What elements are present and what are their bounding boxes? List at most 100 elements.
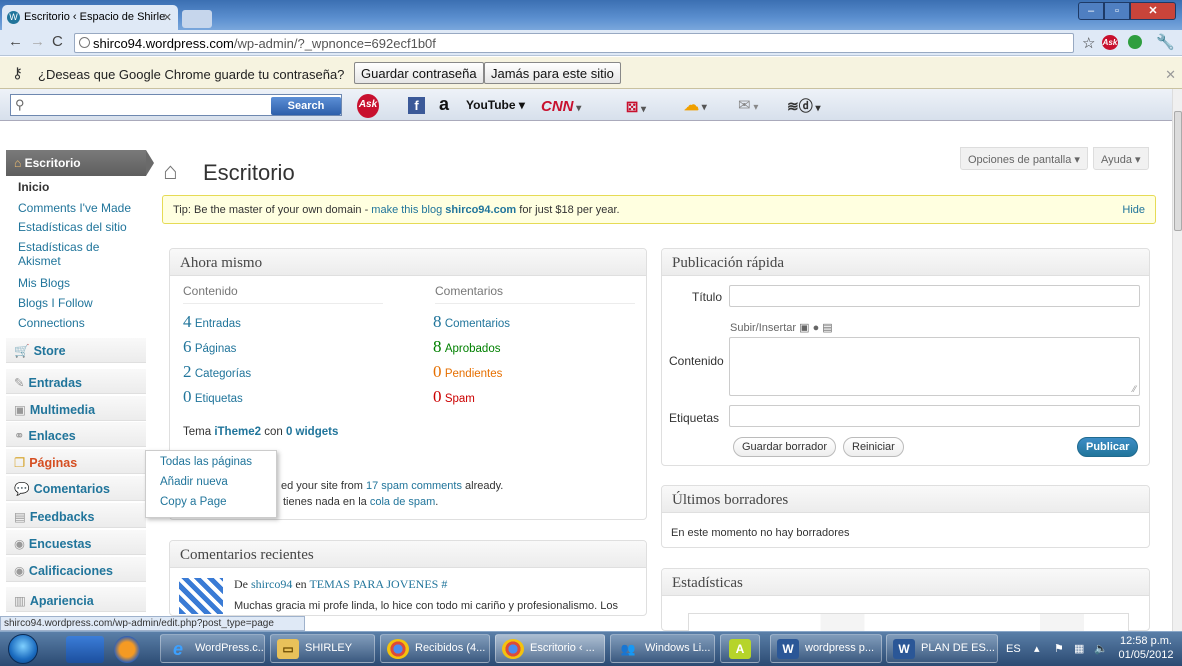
tab-close-icon[interactable]: ✕	[163, 11, 172, 24]
language-indicator[interactable]: ES	[1006, 643, 1021, 655]
ask-icon[interactable]: Ask	[357, 94, 379, 118]
scrollbar-thumb[interactable]	[1174, 111, 1182, 231]
stat-categorias[interactable]: 2 Categorías	[183, 362, 251, 382]
submenu-blogs-follow[interactable]: Blogs I Follow	[18, 296, 138, 310]
submenu-akismet-stats[interactable]: Estadísticas de Akismet	[18, 240, 118, 268]
submenu-site-stats[interactable]: Estadísticas del sitio	[18, 220, 138, 234]
stat-paginas[interactable]: 6 Páginas	[183, 337, 236, 357]
flyout-copy-page[interactable]: Copy a Page	[160, 496, 276, 516]
stat-pendientes[interactable]: 0 Pendientes	[433, 362, 502, 382]
menu-store[interactable]: 🛒 Store	[6, 337, 146, 363]
widgets-link[interactable]: 0 widgets	[286, 426, 338, 438]
stat-aprobados[interactable]: 8 Aprobados	[433, 337, 500, 357]
menu-comentarios[interactable]: 💬 Comentarios	[6, 475, 146, 501]
spam-queue-link[interactable]: cola de spam	[370, 496, 435, 508]
vertical-scrollbar[interactable]	[1172, 89, 1182, 631]
page-title: Escritorio	[203, 160, 295, 185]
reload-icon[interactable]: C	[52, 33, 63, 50]
dictionary-icon[interactable]: ≋ⓓ ▾	[787, 95, 821, 117]
menu-entradas[interactable]: ✎ Entradas	[6, 368, 146, 394]
comment-post-link[interactable]: TEMAS PARA JOVENES #	[309, 577, 447, 591]
tip-domain-link[interactable]: shirco94.com	[445, 204, 516, 216]
taskbar-app[interactable]: e WordPress.c...	[160, 634, 265, 663]
new-tab-button[interactable]	[182, 10, 212, 28]
title-input[interactable]	[729, 285, 1140, 307]
gallery-upload-icon[interactable]: ▤	[822, 322, 832, 334]
taskbar-app[interactable]: Recibidos (4...	[380, 634, 490, 663]
menu-enlaces[interactable]: ⚭ Enlaces	[6, 421, 146, 447]
stat-comentarios[interactable]: 8 Comentarios	[433, 312, 510, 332]
taskbar-app[interactable]: ▭ SHIRLEY	[270, 634, 375, 663]
start-button[interactable]	[8, 634, 38, 664]
star-bookmark-icon[interactable]: ☆	[1082, 34, 1095, 52]
save-password-button[interactable]: Guardar contraseña	[354, 62, 484, 84]
amazon-icon[interactable]: a	[439, 93, 449, 115]
stat-entradas[interactable]: 4 Entradas	[183, 312, 241, 332]
taskbar-app-active[interactable]: Escritorio ‹ ...	[495, 634, 605, 663]
weather-icon[interactable]: ☁ ▾	[684, 95, 707, 117]
browser-tab[interactable]: W Escritorio ‹ Espacio de Shirle ✕	[2, 5, 178, 30]
mail-icon[interactable]: ✉ ▾	[738, 95, 758, 117]
volume-icon[interactable]: 🔈	[1094, 642, 1108, 655]
image-upload-icon[interactable]: ▣	[799, 322, 809, 334]
clock-time[interactable]: 12:58 p.m.	[1116, 635, 1176, 647]
network-icon[interactable]: ▦	[1074, 642, 1084, 655]
action-center-flag-icon[interactable]: ⚑	[1054, 642, 1064, 655]
help-button[interactable]: Ayuda ▾	[1093, 147, 1149, 170]
comment-author-link[interactable]: shirco94	[251, 577, 292, 591]
cnn-icon[interactable]: CNN ▾	[541, 96, 581, 118]
save-draft-button[interactable]: Guardar borrador	[733, 437, 836, 457]
taskbar-app[interactable]: 👥 Windows Li...	[610, 634, 715, 663]
tip-link[interactable]: make this blog	[371, 204, 442, 216]
clock-date[interactable]: 01/05/2012	[1116, 649, 1176, 661]
resize-handle-icon[interactable]: ⁄⁄	[1133, 384, 1136, 394]
dice-icon[interactable]: ⚄ ▾	[626, 96, 646, 118]
menu-multimedia[interactable]: ▣ Multimedia	[6, 395, 146, 421]
content-textarea[interactable]: ⁄⁄	[729, 337, 1140, 396]
menu-feedbacks[interactable]: ▤ Feedbacks	[6, 502, 146, 528]
url-bar[interactable]: shirco94.wordpress.com/wp-admin/?_wpnonc…	[74, 33, 1074, 53]
stat-label: Spam	[444, 393, 475, 405]
menu-paginas[interactable]: ❐ Páginas	[6, 448, 146, 474]
page-info-icon[interactable]	[79, 37, 90, 48]
minimize-icon[interactable]: –	[1078, 2, 1104, 20]
publish-button[interactable]: Publicar	[1077, 437, 1139, 457]
taskbar-app[interactable]: Wwordpress p...	[770, 634, 882, 663]
reset-button[interactable]: Reiniciar	[843, 437, 904, 457]
submenu-connections[interactable]: Connections	[18, 316, 138, 330]
stat-spam[interactable]: 0 Spam	[433, 387, 475, 407]
youtube-icon[interactable]: YouTube ▾	[466, 96, 532, 114]
forward-arrow-icon[interactable]: →	[30, 33, 45, 50]
taskbar-app[interactable]: W PLAN DE ES...	[886, 634, 998, 663]
flyout-todas-paginas[interactable]: Todas las páginas	[160, 456, 276, 476]
tags-input[interactable]	[729, 405, 1140, 427]
taskbar-app[interactable]: A	[720, 634, 760, 663]
submenu-mis-blogs[interactable]: Mis Blogs	[18, 276, 138, 290]
ask-extension-icon[interactable]: Ask	[1102, 35, 1118, 50]
show-hidden-icons-icon[interactable]: ▴	[1034, 642, 1040, 655]
media-player-icon[interactable]	[66, 636, 104, 663]
screen-options-button[interactable]: Opciones de pantalla ▾	[960, 147, 1088, 170]
firefox-icon[interactable]	[114, 636, 140, 663]
theme-link[interactable]: iTheme2	[214, 426, 261, 438]
extension-icon[interactable]	[1128, 35, 1142, 49]
menu-apariencia[interactable]: ▥ Apariencia	[6, 586, 146, 612]
stat-etiquetas[interactable]: 0 Etiquetas	[183, 387, 243, 407]
menu-encuestas[interactable]: ◉ Encuestas	[6, 529, 146, 555]
infobar-close-icon[interactable]: ✕	[1165, 67, 1176, 83]
menu-escritorio[interactable]: ⌂ Escritorio	[6, 150, 146, 176]
never-save-button[interactable]: Jamás para este sitio	[484, 62, 621, 84]
maximize-icon[interactable]: ▫	[1104, 2, 1130, 20]
menu-calificaciones[interactable]: ◉ Calificaciones	[6, 556, 146, 582]
media-upload-icon[interactable]: ●	[813, 322, 820, 334]
submenu-comments-made[interactable]: Comments I've Made	[18, 201, 138, 215]
flyout-anadir-nueva[interactable]: Añadir nueva	[160, 476, 276, 496]
spam-comments-link[interactable]: 17 spam comments	[366, 480, 462, 492]
close-window-icon[interactable]: ✕	[1130, 2, 1176, 20]
wrench-menu-icon[interactable]: 🔧	[1156, 33, 1175, 51]
back-arrow-icon[interactable]: ←	[8, 33, 23, 50]
tip-hide-link[interactable]: Hide	[1122, 204, 1145, 216]
submenu-inicio[interactable]: Inicio	[18, 180, 138, 194]
toolbar-search-button[interactable]: Search	[271, 97, 341, 115]
facebook-icon[interactable]: f	[408, 97, 425, 114]
